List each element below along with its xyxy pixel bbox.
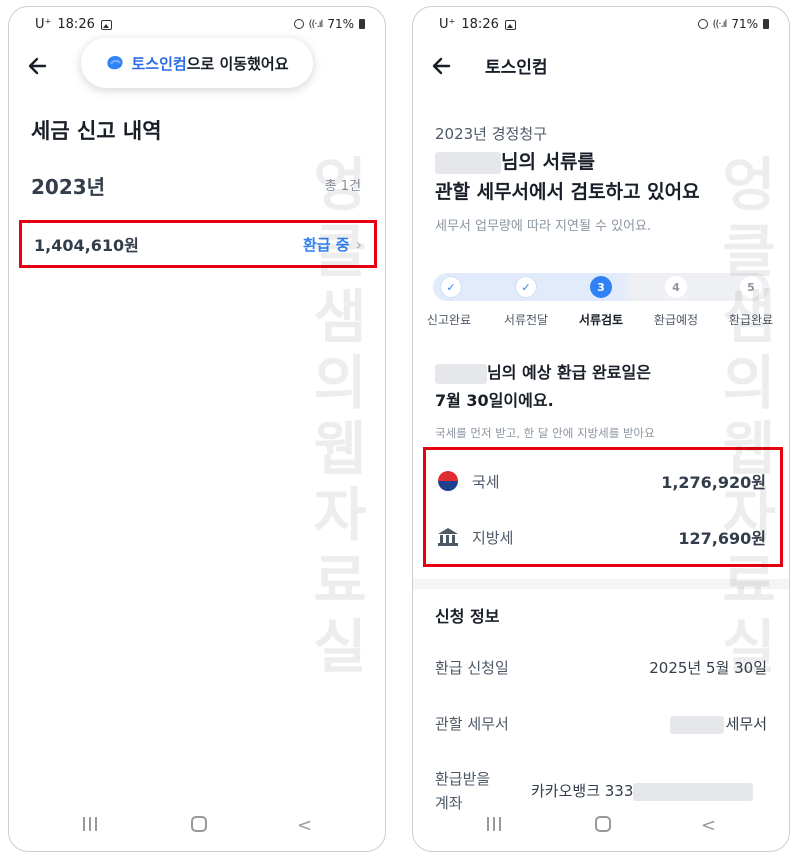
arrow-left-icon [28, 57, 47, 75]
chevron-right-icon: › [355, 234, 362, 254]
application-info-title: 신청 정보 [435, 607, 500, 626]
local-tax-value: 127,690원 [678, 529, 766, 548]
claim-subtitle: 2023년 경정청구 [435, 125, 547, 143]
status-bar: U⁺ 18:26 ((·.ıl 71% [9, 15, 385, 37]
refund-description: 국세를 먼저 받고, 한 달 안에 지방세를 받아요 [435, 426, 655, 440]
account-row: 환급받을 계좌 카카오뱅크 333 [435, 767, 767, 815]
battery-icon [763, 19, 769, 29]
step-label: 환급완료 [728, 313, 774, 327]
section-divider [413, 579, 789, 589]
home-button[interactable] [191, 816, 207, 832]
phone-screen-left: U⁺ 18:26 ((·.ıl 71% 토스인컴으로 이동했어요 세금 신고 내… [8, 6, 386, 852]
progress-stepper: ✓ ✓ 3 4 5 [433, 269, 769, 305]
toss-logo-icon [107, 56, 124, 70]
toast-message: 으로 이동했어요 [186, 54, 289, 73]
back-button[interactable] [427, 51, 457, 81]
national-tax-row: 국세 1,276,920원 [438, 466, 766, 496]
watermark: 엉클샘의웹자료실 [722, 151, 776, 681]
step-label: 서류전달 [503, 313, 549, 327]
header-title: 토스인컴 [485, 58, 548, 78]
step-3-indicator: 3 [590, 276, 612, 298]
account-value: 카카오뱅크 333 [531, 779, 767, 803]
report-status: 환급 중 [302, 235, 350, 254]
alarm-icon [697, 19, 708, 29]
tax-office-value: 세무서 [669, 713, 767, 734]
nav-back-button[interactable]: < [701, 815, 716, 836]
time-label: 18:26 [461, 17, 499, 32]
building-icon [438, 528, 458, 546]
report-amount: 1,404,610원 [34, 236, 139, 255]
national-tax-value: 1,276,920원 [661, 473, 766, 492]
redirect-toast: 토스인컴으로 이동했어요 [81, 38, 313, 88]
page-title: 세금 신고 내역 [31, 119, 162, 143]
year-heading: 2023년 [31, 175, 106, 199]
refund-date-heading: 님의 예상 환급 완료일은 7월 30일이에요. [435, 363, 651, 410]
recent-apps-button[interactable] [487, 817, 503, 831]
image-icon [504, 19, 516, 30]
local-tax-row: 지방세 127,690원 [438, 522, 766, 552]
apply-date-label: 환급 신청일 [435, 659, 509, 677]
phone-screen-right: U⁺ 18:26 ((·.ıl 71% 토스인컴 2023년 경정청구 님의 서… [412, 6, 790, 852]
stepper-labels: 신고완료 서류전달 서류검토 환급예정 환급완료 [413, 311, 789, 331]
signal-icon: ((·.ıl [308, 18, 324, 30]
delay-notice: 세무서 업무량에 따라 지연될 수 있어요. [435, 219, 652, 234]
battery-label: 71% [327, 17, 354, 31]
step-4-indicator: 4 [665, 276, 687, 298]
step-5-indicator: 5 [740, 276, 762, 298]
local-tax-label: 지방세 [472, 528, 514, 547]
apply-date-row: 환급 신청일 2025년 5월 30일 [435, 657, 767, 678]
redacted-office [669, 715, 724, 734]
apply-date-value: 2025년 5월 30일 [649, 659, 767, 677]
step-2-check-icon: ✓ [515, 276, 537, 298]
system-nav-bar: < [9, 813, 385, 837]
recent-apps-button[interactable] [83, 817, 99, 831]
tax-office-row: 관할 세무서 세무서 [435, 713, 767, 734]
step-label: 환급예정 [653, 313, 699, 327]
step-label: 서류검토 [578, 313, 624, 327]
step-1-check-icon: ✓ [440, 276, 462, 298]
tax-breakdown: 국세 1,276,920원 지방세 127,690원 [423, 447, 783, 567]
tax-office-label: 관할 세무서 [435, 715, 509, 733]
redacted-account [633, 782, 754, 801]
total-count: 총 1건 [324, 179, 361, 194]
taegeuk-icon [438, 471, 458, 491]
toast-brand: 토스인컴 [131, 54, 187, 73]
battery-label: 71% [731, 17, 758, 31]
redacted-name [435, 151, 501, 174]
national-tax-label: 국세 [472, 472, 500, 491]
tax-report-item[interactable]: 1,404,610원 환급 중 › [19, 220, 377, 268]
status-headline: 님의 서류를 관할 세무서에서 검토하고 있어요 [435, 151, 700, 203]
carrier-label: U⁺ [35, 17, 52, 32]
battery-icon [359, 19, 365, 29]
redacted-name [435, 363, 487, 384]
alarm-icon [293, 19, 304, 29]
back-button[interactable] [23, 51, 53, 81]
signal-icon: ((·.ıl [712, 18, 728, 30]
arrow-left-icon [432, 57, 451, 75]
time-label: 18:26 [57, 17, 95, 32]
system-nav-bar: < [413, 813, 789, 837]
nav-back-button[interactable]: < [297, 815, 312, 836]
image-icon [100, 19, 112, 30]
carrier-label: U⁺ [439, 17, 456, 32]
step-label: 신고완료 [426, 313, 472, 327]
home-button[interactable] [595, 816, 611, 832]
status-bar: U⁺ 18:26 ((·.ıl 71% [413, 15, 789, 37]
